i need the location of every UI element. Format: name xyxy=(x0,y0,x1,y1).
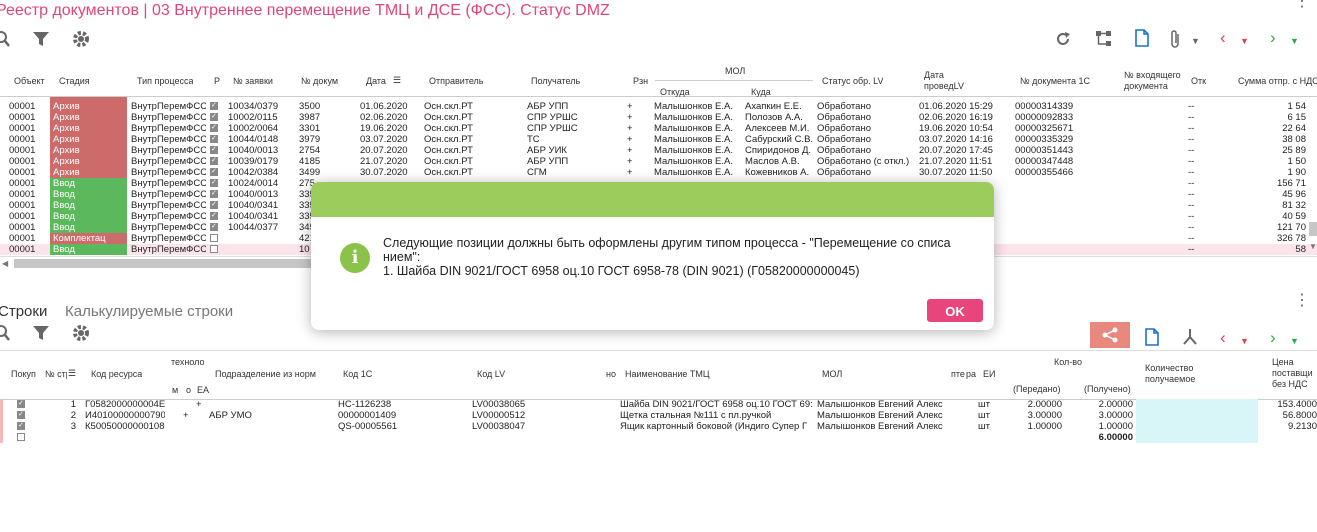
info-icon: i xyxy=(340,243,370,273)
dialog-header xyxy=(311,182,994,217)
info-dialog: i Следующие позиции должны быть оформлен… xyxy=(311,182,994,330)
dialog-message-line3: 1. Шайба DIN 9021/ГОСТ 6958 оц.10 ГОСТ 6… xyxy=(383,264,860,278)
dialog-message-line2: нием": xyxy=(383,250,421,264)
modal-overlay: i Следующие позиции должны быть оформлен… xyxy=(0,0,1317,532)
dialog-message: Следующие позиции должны быть оформлены … xyxy=(383,236,973,278)
ok-button[interactable]: OK xyxy=(927,299,983,322)
dialog-message-line1: Следующие позиции должны быть оформлены … xyxy=(383,236,951,250)
